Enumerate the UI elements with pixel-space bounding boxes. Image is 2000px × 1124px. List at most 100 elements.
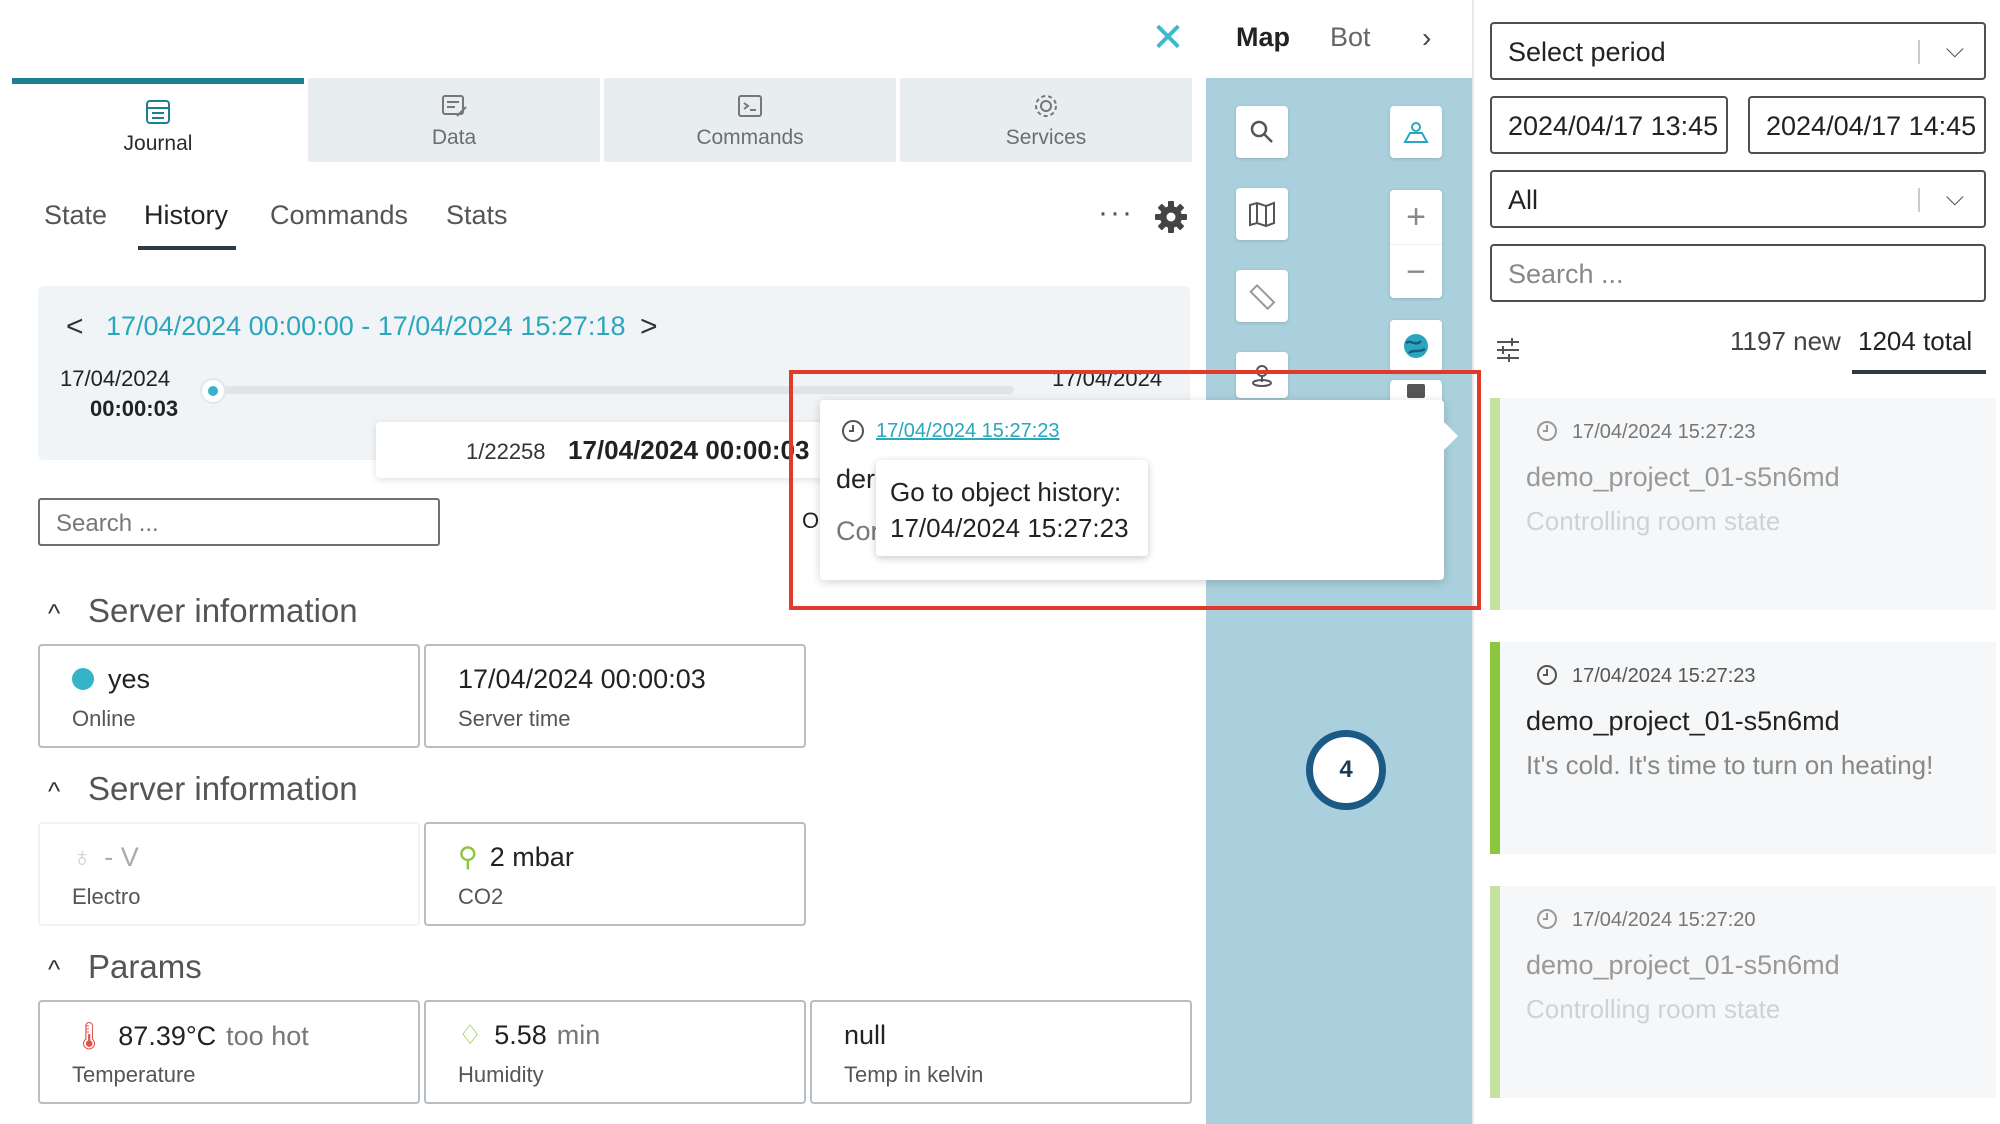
event-object-name: demo_project_01-s5n6md <box>1526 950 1840 980</box>
map-geofence-button[interactable] <box>1236 352 1288 398</box>
event-type-select[interactable]: All ⌵ <box>1490 170 1986 228</box>
tab-data[interactable]: Data <box>308 78 600 162</box>
select-divider <box>1918 188 1920 212</box>
tab-map[interactable]: Map <box>1236 22 1290 53</box>
clock-icon <box>1537 665 1557 685</box>
select-value: All <box>1508 185 1539 215</box>
card-label: Temp in kelvin <box>844 1062 984 1087</box>
map-cluster-marker[interactable]: 4 <box>1306 730 1386 810</box>
collapse-chevron-icon[interactable]: ^ <box>48 954 66 985</box>
tab-services[interactable]: Services <box>900 78 1192 162</box>
tab-label: Services <box>1005 126 1087 149</box>
device-icon <box>1407 384 1425 398</box>
tooltip-title: Go to object history: <box>890 477 1122 507</box>
card-temp-kelvin: null Temp in kelvin <box>810 1000 1192 1104</box>
tab-commands[interactable]: Commands <box>604 78 896 162</box>
subtab-history[interactable]: History <box>144 200 228 231</box>
clock-icon <box>1537 909 1557 929</box>
event-object-name: demo_project_01-s5n6md <box>1526 462 1840 492</box>
services-gear-icon <box>1035 95 1057 117</box>
chevron-right-icon[interactable]: › <box>1422 22 1431 54</box>
card-label: CO2 <box>458 884 504 909</box>
history-search-input[interactable]: Search ... <box>38 498 440 546</box>
map-extra-button[interactable] <box>1390 380 1442 402</box>
total-events-count[interactable]: 1204 total <box>1858 326 1972 357</box>
event-item[interactable]: 17/04/2024 15:27:23 demo_project_01-s5n6… <box>1490 642 1996 854</box>
select-divider <box>1918 40 1920 64</box>
section-title: Server information <box>88 592 358 629</box>
card-label: Humidity <box>458 1062 544 1087</box>
globe-icon <box>1404 334 1428 358</box>
active-count-underline <box>1852 370 1986 374</box>
card-online: yes Online <box>38 644 420 748</box>
period-select[interactable]: Select period ⌵ <box>1490 22 1986 80</box>
collapse-chevron-icon[interactable]: ^ <box>48 598 66 629</box>
event-message: Controlling room state <box>1526 506 1781 536</box>
date-to-input[interactable]: 2024/04/17 14:45 <box>1748 96 1986 154</box>
events-search-input[interactable]: Search ... <box>1490 244 1986 302</box>
event-item[interactable]: 17/04/2024 15:27:23 demo_project_01-s5n6… <box>1490 398 1996 610</box>
collapse-chevron-icon[interactable]: ^ <box>48 776 66 807</box>
position-date: 17/04/2024 00:00:03 <box>568 435 810 465</box>
event-message: It's cold. It's time to turn on heating! <box>1526 750 1934 780</box>
card-note: min <box>556 1020 601 1050</box>
card-server-time: 17/04/2024 00:00:03 Server time <box>424 644 806 748</box>
clock-icon <box>842 420 864 442</box>
section-params[interactable]: ^ Params <box>48 948 202 986</box>
journal-icon <box>146 100 170 124</box>
subtab-commands[interactable]: Commands <box>270 200 408 231</box>
pin-icon <box>1252 365 1272 387</box>
more-options-button[interactable]: ··· <box>1098 196 1134 230</box>
event-item[interactable]: 17/04/2024 15:27:20 demo_project_01-s5n6… <box>1490 886 1996 1098</box>
subtab-state[interactable]: State <box>44 200 107 231</box>
event-time: 17/04/2024 15:27:23 <box>1572 665 1756 687</box>
date-from-input[interactable]: 2024/04/17 13:45 <box>1490 96 1728 154</box>
history-slider-handle[interactable] <box>200 378 226 404</box>
card-value: - V <box>104 842 139 872</box>
history-slider-track[interactable] <box>212 386 1014 394</box>
map-search-button[interactable] <box>1236 106 1288 158</box>
popup-message: Cor <box>836 516 880 546</box>
droplet-icon: ♢ <box>458 1020 483 1050</box>
popup-object-name: der <box>836 464 876 494</box>
card-value: 2 mbar <box>489 842 574 872</box>
event-time: 17/04/2024 15:27:23 <box>1572 421 1756 443</box>
event-message: Controlling room state <box>1526 994 1781 1024</box>
section-title: Params <box>88 948 202 985</box>
tab-label: Commands <box>696 126 804 149</box>
map-layers-button[interactable] <box>1236 188 1288 240</box>
section-server-information-2[interactable]: ^ Server information <box>48 770 358 808</box>
terminal-icon <box>738 95 762 117</box>
range-start-time: 00:00:03 <box>90 396 179 421</box>
chevron-down-icon: ⌵ <box>1945 36 1964 63</box>
section-server-information[interactable]: ^ Server information <box>48 592 358 630</box>
card-value: 5.58 <box>494 1020 547 1050</box>
select-value: Select period <box>1508 37 1666 67</box>
settings-gear-icon[interactable] <box>1154 200 1188 234</box>
filter-sliders-icon[interactable] <box>1494 336 1522 364</box>
prev-period-chevron-icon[interactable]: < <box>66 310 84 344</box>
card-temperature: 🌡︎ 87.39°C too hot Temperature <box>38 1000 420 1104</box>
new-events-count[interactable]: 1197 new <box>1730 326 1841 357</box>
zoom-in-button[interactable]: + <box>1390 190 1442 244</box>
map-globe-button[interactable] <box>1390 320 1442 372</box>
map-icon <box>1249 201 1275 227</box>
active-subtab-underline <box>138 246 236 250</box>
thermometer-icon: 🌡︎ <box>72 1021 107 1051</box>
object-history-link[interactable]: 17/04/2024 15:27:23 <box>876 420 1060 443</box>
map-ruler-button[interactable] <box>1236 270 1288 322</box>
card-value: null <box>844 1020 887 1050</box>
slider-position-tooltip: 1/22258 17/04/2024 00:00:03 <box>376 422 836 478</box>
map-objects-button[interactable] <box>1390 106 1442 158</box>
bulb-icon: ♁ <box>72 842 93 872</box>
next-period-chevron-icon[interactable]: > <box>640 310 658 344</box>
popup-edge-text: O <box>802 508 820 533</box>
card-value: 17/04/2024 00:00:03 <box>458 664 706 694</box>
tab-journal[interactable]: Journal <box>12 78 304 162</box>
history-range-label[interactable]: 17/04/2024 00:00:00 - 17/04/2024 15:27:1… <box>106 311 625 342</box>
subtab-stats[interactable]: Stats <box>446 200 508 231</box>
tab-bot[interactable]: Bot <box>1330 22 1371 53</box>
close-icon[interactable]: ✕ <box>1150 18 1186 58</box>
zoom-out-button[interactable]: − <box>1390 244 1442 298</box>
status-dot-icon <box>72 668 94 690</box>
